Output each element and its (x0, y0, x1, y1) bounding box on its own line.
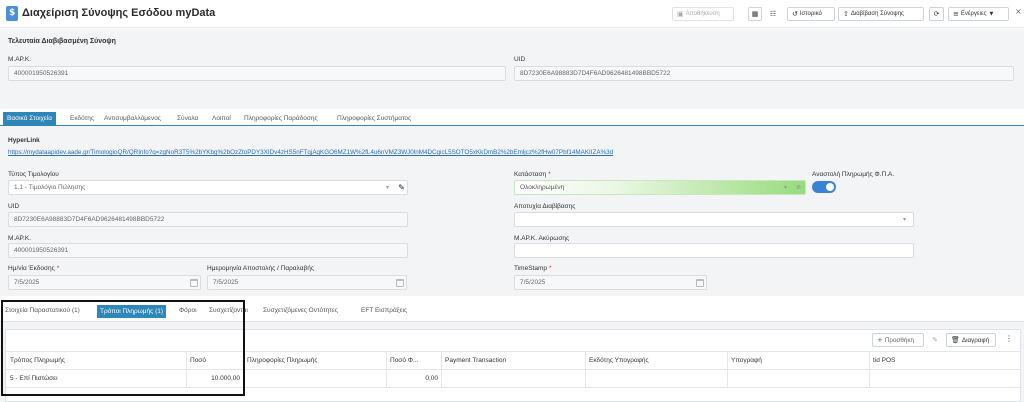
uid-field: 8D7230E6A98883D7D4F6AD9626481498BBD5722 (8, 212, 408, 227)
edit-button[interactable]: ✎ (928, 333, 942, 347)
title-bar: Διαχείριση Σύνοψης Εσόδου myData ▣ Αποθή… (0, 0, 1024, 28)
table-row-cell-payment-transaction[interactable] (442, 370, 586, 387)
table-row-cell-payment-info[interactable] (244, 370, 387, 387)
tab-issuer[interactable]: Εκδότης (70, 113, 94, 125)
add-label: Προσθήκη (884, 336, 915, 344)
chevron-down-icon: ▾ (386, 184, 390, 191)
issue-date-label: Ημ/νία Έκδοσης * (8, 265, 60, 272)
history-icon: ↺ (792, 10, 798, 18)
refresh-button[interactable]: ⟳ (929, 7, 944, 21)
delete-label: Διαγραφή (961, 336, 990, 344)
tab-payment-methods[interactable]: Τρόποι Πληρωμής (1) (97, 305, 167, 318)
cancel-mark-label: Μ.ΑΡ.Κ. Ακύρωσης (514, 235, 570, 242)
table-row-cell-signature-issuer[interactable] (586, 370, 728, 387)
table-row-cell-signature[interactable] (728, 370, 870, 387)
tab-taxes[interactable]: Φόροι (179, 307, 197, 314)
edit-pencil-icon[interactable]: ✎ (395, 181, 408, 194)
last-uid-field: 8D7230E6A98883D7D4F6AD9626481498BBD5722 (514, 66, 1014, 81)
last-mark-field: 400001950526391 (8, 66, 506, 81)
save-button[interactable]: ▣ Αποθήκευση (672, 7, 734, 21)
last-uid-label: UID (514, 56, 526, 63)
tab-totals[interactable]: Σύνολα (177, 113, 198, 125)
view-toggle-button[interactable]: ▦ (748, 7, 762, 21)
history-label: Ιστορικό (799, 11, 822, 17)
send-date-field[interactable]: 7/5/2025 (207, 275, 407, 290)
grid-icon: ▦ (751, 10, 759, 18)
tab-eft-collections[interactable]: EFT Εισπράξεις (361, 307, 407, 314)
actions-label: Ενέργειες (960, 11, 987, 17)
hyperlink-value[interactable]: https://mydataapidev.aade.gr/TimologioQR… (8, 149, 613, 156)
uid-label: UID (8, 203, 20, 210)
trash-icon: 🗑 (951, 336, 960, 344)
column-header-payment-method[interactable]: Τρόπος Πληρωμής (7, 352, 187, 369)
column-header-amount[interactable]: Ποσό (187, 352, 244, 369)
invoice-type-label: Τύπος Τιμολογίου (8, 171, 59, 178)
send-date-label: Ημερομηνία Αποστολής / Παραλαβής (207, 265, 314, 272)
actions-dropdown[interactable]: ≡ Ενέργειες ▼ (948, 7, 1009, 21)
column-header-tid-pos[interactable]: tid POS (870, 352, 1020, 369)
page-title: Διαχείριση Σύνοψης Εσόδου myData (22, 7, 216, 19)
tab-delivery[interactable]: Πληροφορίες Παράδοσης (244, 113, 318, 125)
chevron-down-icon: ▾ (784, 184, 788, 191)
status-select[interactable]: Ολοκληρωμένη (514, 180, 806, 195)
read-summary-button[interactable]: ⇧ Διαβίβαση Σύνοψης (838, 7, 924, 21)
mark-label: Μ.ΑΡ.Κ. (8, 235, 32, 242)
app-icon (6, 6, 18, 21)
read-summary-label: Διαβίβαση Σύνοψης (850, 11, 904, 17)
close-icon[interactable]: × (1015, 7, 1022, 16)
chevron-down-icon: ▾ (903, 216, 907, 223)
grid-row-line (6, 387, 1020, 388)
pencil-icon: ✎ (932, 336, 938, 344)
column-header-signature-issuer[interactable]: Εκδότης Υπογραφής (586, 352, 728, 369)
delete-button[interactable]: 🗑 Διαγραφή (946, 333, 996, 347)
detail-tabs: Στοιχεία Παραστατικού (1) Τρόποι Πληρωμή… (0, 300, 1024, 322)
more-options-icon[interactable]: ⋮ (1005, 334, 1013, 343)
vat-suspend-toggle[interactable] (812, 181, 836, 193)
table-row-cell-vat-amount[interactable]: 0,00 (387, 370, 442, 387)
timestamp-label: TimeStamp * (514, 265, 552, 272)
table-row-cell-tid-pos[interactable] (870, 370, 1020, 387)
upload-icon: ⇧ (843, 10, 849, 18)
cancel-mark-field[interactable] (514, 243, 914, 258)
plus-icon: + (877, 336, 883, 344)
column-header-payment-info[interactable]: Πληροφορίες Πληρωμής (244, 352, 387, 369)
list-icon: ☷ (769, 10, 777, 18)
column-header-vat-amount[interactable]: Ποσό Φ... (387, 352, 442, 369)
read-failure-label: Αποτυχία Διαβίβασης (514, 203, 576, 210)
column-header-signature[interactable]: Υπογραφή (728, 352, 870, 369)
last-read-title: Τελευταία Διαβιβασμένη Σύνοψη (8, 38, 116, 45)
save-label: Αποθήκευση (685, 11, 720, 17)
tab-counterpart[interactable]: Αντισυμβαλλόμενος (104, 113, 161, 125)
tab-other[interactable]: Λοιποί (212, 113, 231, 125)
clear-icon[interactable]: ⊗ (796, 184, 801, 191)
main-tabs: Βασικά Στοιχεία Εκδότης Αντισυμβαλλόμενο… (0, 111, 1024, 126)
tab-related-entities[interactable]: Συσχετιζόμενες Οντότητες (263, 307, 338, 314)
table-row-cell-payment-method[interactable]: 5 - Επί Πιστώσει (7, 370, 187, 387)
caret-down-icon: ▼ (989, 11, 994, 17)
menu-icon: ≡ (953, 10, 959, 18)
save-icon: ▣ (677, 10, 684, 18)
table-row-cell-amount[interactable]: 10.000,00 (187, 370, 244, 387)
mark-field: 400001950526391 (8, 243, 408, 258)
column-header-payment-transaction[interactable]: Payment Transaction (442, 352, 586, 369)
hyperlink-label: HyperLink (8, 137, 40, 144)
status-label: Κατάσταση * (514, 171, 551, 178)
list-view-button[interactable]: ☷ (766, 7, 780, 21)
invoice-type-select[interactable]: 1.1 - Τιμολόγιο Πώλησης (8, 180, 408, 195)
add-button[interactable]: + Προσθήκη (872, 333, 924, 347)
tab-system[interactable]: Πληροφορίες Συστήματος (337, 113, 411, 125)
timestamp-field[interactable]: 7/5/2025 (514, 275, 707, 290)
refresh-icon: ⟳ (933, 10, 940, 18)
read-failure-select[interactable] (514, 212, 914, 227)
vat-suspend-label: Αναστολή Πληρωμής Φ.Π.Α. (812, 171, 895, 178)
tab-related[interactable]: Συσχετίζονται (209, 307, 248, 314)
calendar-icon[interactable] (696, 279, 704, 287)
calendar-icon[interactable] (190, 279, 198, 287)
last-mark-label: Μ.ΑΡ.Κ. (8, 56, 32, 63)
tab-basic[interactable]: Βασικά Στοιχεία (3, 112, 57, 126)
calendar-icon[interactable] (396, 279, 404, 287)
tab-document-details[interactable]: Στοιχεία Παραστατικού (1) (5, 307, 80, 314)
issue-date-field[interactable]: 7/5/2025 (8, 275, 201, 290)
history-button[interactable]: ↺ Ιστορικό (787, 7, 835, 21)
